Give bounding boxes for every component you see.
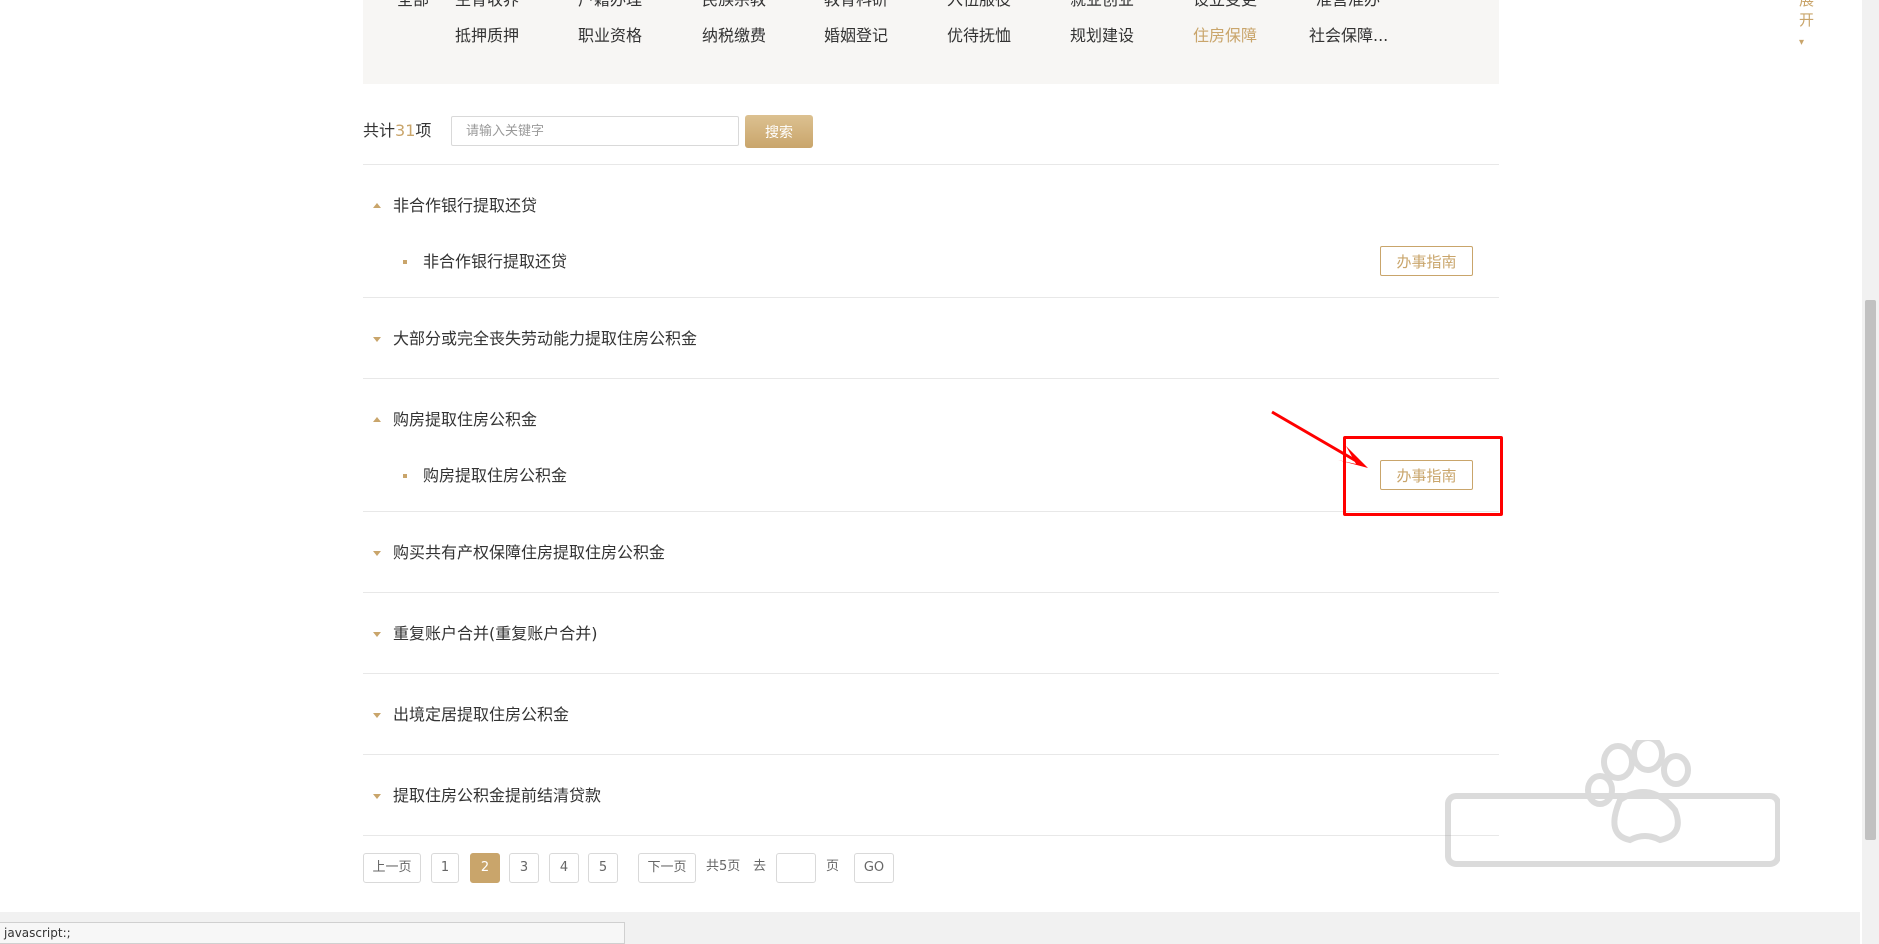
divider: [363, 754, 1499, 755]
bullet-icon: [403, 474, 407, 478]
divider: [363, 378, 1499, 379]
group-title[interactable]: 提取住房公积金提前结清贷款: [393, 785, 601, 807]
category-item[interactable]: 规划建设: [1070, 26, 1134, 46]
result-count: 共计31项: [363, 120, 431, 142]
caret-up-icon[interactable]: [373, 203, 381, 208]
sub-item-title: 非合作银行提取还贷: [423, 252, 568, 271]
watermark-logo-icon: [1445, 740, 1780, 867]
scrollbar-thumb[interactable]: [1865, 300, 1876, 840]
go-button[interactable]: GO: [854, 853, 894, 883]
prev-page-button[interactable]: 上一页: [363, 853, 421, 883]
category-item[interactable]: 职业资格: [578, 26, 642, 46]
group-title[interactable]: 购房提取住房公积金: [393, 409, 537, 431]
category-item[interactable]: 优待抚恤: [947, 26, 1011, 46]
guide-button[interactable]: 办事指南: [1380, 246, 1473, 276]
page: 全部 生育收养 户籍办理 民族宗教 教育科研 入伍服役 就业创业 设立变更 准营…: [0, 0, 1879, 944]
category-item[interactable]: 户籍办理: [578, 0, 642, 10]
category-item-active[interactable]: 住房保障: [1193, 26, 1257, 46]
goto-page-input[interactable]: [776, 853, 816, 883]
divider: [363, 164, 1499, 165]
count-suffix: 项: [415, 121, 432, 140]
count-number: 31: [395, 121, 416, 140]
group-title[interactable]: 出境定居提取住房公积金: [393, 704, 569, 726]
caret-down-icon[interactable]: [373, 794, 381, 799]
annotation-arrow-icon: [1271, 410, 1368, 468]
bullet-icon: [403, 260, 407, 264]
category-item[interactable]: 民族宗教: [702, 0, 766, 10]
next-page-button[interactable]: 下一页: [638, 853, 696, 883]
search-button[interactable]: 搜索: [745, 115, 813, 148]
caret-down-icon[interactable]: [373, 713, 381, 718]
divider: [363, 511, 1499, 512]
page-button-4[interactable]: 4: [549, 853, 579, 883]
caret-up-icon[interactable]: [373, 417, 381, 422]
expand-label: 展开: [1799, 0, 1815, 29]
page-unit-label: 页: [826, 859, 840, 874]
category-filter-panel: 全部 生育收养 户籍办理 民族宗教 教育科研 入伍服役 就业创业 设立变更 准营…: [363, 0, 1814, 84]
group-title[interactable]: 重复账户合并(重复账户合并): [393, 623, 598, 645]
category-item[interactable]: 婚姻登记: [824, 26, 888, 46]
category-item[interactable]: 准营准办: [1316, 0, 1380, 10]
category-item[interactable]: 生育收养: [455, 0, 519, 10]
divider: [363, 673, 1499, 674]
divider: [363, 297, 1499, 298]
category-item[interactable]: 教育科研: [824, 0, 888, 10]
category-item[interactable]: 抵押质押: [455, 26, 519, 46]
category-item[interactable]: 就业创业: [1070, 0, 1134, 10]
caret-down-icon[interactable]: [373, 632, 381, 637]
category-all[interactable]: 全部: [397, 0, 429, 10]
sub-item-title: 购房提取住房公积金: [423, 466, 568, 485]
group-title[interactable]: 购买共有产权保障住房提取住房公积金: [393, 542, 665, 564]
total-pages-label: 共5页: [706, 859, 741, 874]
chevron-down-icon: ▾: [1799, 37, 1805, 48]
group-title[interactable]: 非合作银行提取还贷: [393, 195, 537, 217]
category-item[interactable]: 设立变更: [1193, 0, 1257, 10]
page-button-1[interactable]: 1: [431, 853, 459, 883]
count-prefix: 共计: [363, 121, 396, 140]
caret-down-icon[interactable]: [373, 337, 381, 342]
page-button-5[interactable]: 5: [588, 853, 618, 883]
category-item[interactable]: 社会保障...: [1309, 26, 1388, 46]
page-button-2[interactable]: 2: [470, 853, 500, 883]
divider: [363, 835, 1499, 836]
group-title[interactable]: 大部分或完全丧失劳动能力提取住房公积金: [393, 328, 697, 350]
status-bar: javascript:;: [0, 922, 625, 944]
goto-label: 去: [753, 859, 767, 874]
category-item[interactable]: 纳税缴费: [702, 26, 766, 46]
expand-categories-link[interactable]: 展开 ▾: [1799, 0, 1814, 53]
caret-down-icon[interactable]: [373, 551, 381, 556]
page-button-3[interactable]: 3: [509, 853, 539, 883]
category-item[interactable]: 入伍服役: [947, 0, 1011, 10]
search-input[interactable]: [451, 116, 739, 146]
divider: [363, 592, 1499, 593]
